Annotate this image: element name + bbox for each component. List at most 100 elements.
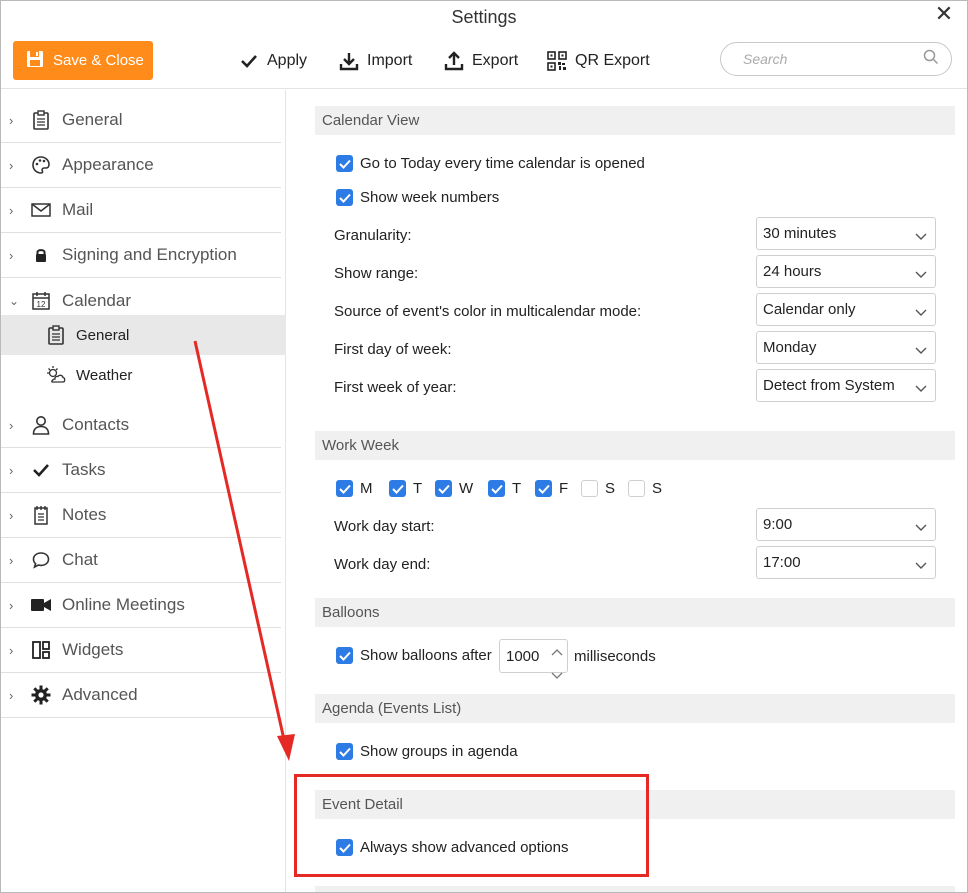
workday-saturday-checkbox[interactable]: S xyxy=(581,480,615,497)
toolbar: Save & Close Apply Import Export QR Expo… xyxy=(1,33,967,89)
sidebar-item-widgets[interactable]: › Widgets xyxy=(1,628,281,673)
checkbox-unchecked[interactable] xyxy=(628,480,645,497)
upload-icon xyxy=(444,51,464,71)
apply-label: Apply xyxy=(267,52,308,69)
sidebar-item-appearance[interactable]: › Appearance xyxy=(1,143,281,188)
search-input[interactable] xyxy=(743,51,903,67)
always-show-advanced-checkbox[interactable]: Always show advanced options xyxy=(336,839,568,856)
checkbox-label: Show week numbers xyxy=(360,189,500,206)
color-source-select[interactable]: Calendar only xyxy=(756,293,936,326)
work-day-end-label: Work day end: xyxy=(334,556,431,573)
first-day-select[interactable]: Monday xyxy=(756,331,936,364)
section-header-agenda: Agenda (Events List) xyxy=(315,694,955,723)
checkbox-checked[interactable] xyxy=(488,480,505,497)
sidebar-item-general[interactable]: › General xyxy=(1,98,281,143)
balloon-delay-stepper[interactable]: 1000 xyxy=(499,639,568,679)
granularity-select[interactable]: 30 minutes xyxy=(756,217,936,250)
checkbox-checked[interactable] xyxy=(336,155,353,172)
chevron-right-icon: › xyxy=(9,552,14,568)
chevron-right-icon: › xyxy=(9,642,14,658)
search-icon[interactable] xyxy=(923,49,939,69)
qr-export-button[interactable]: QR Export xyxy=(547,47,650,75)
import-button[interactable]: Import xyxy=(339,47,412,75)
sidebar-item-notes[interactable]: › Notes xyxy=(1,493,281,538)
chevron-right-icon: › xyxy=(9,687,14,703)
sidebar-item-advanced[interactable]: › Advanced xyxy=(1,673,281,718)
checkbox-checked[interactable] xyxy=(535,480,552,497)
save-close-button[interactable]: Save & Close xyxy=(13,41,153,80)
sidebar-item-mail[interactable]: › Mail xyxy=(1,188,281,233)
go-to-today-checkbox[interactable]: Go to Today every time calendar is opene… xyxy=(336,155,645,172)
checkbox-label: T xyxy=(512,480,522,497)
notepad-icon xyxy=(31,505,51,525)
chevron-right-icon: › xyxy=(9,157,14,173)
close-button[interactable]: ✕ xyxy=(933,3,955,25)
workday-tuesday-checkbox[interactable]: T xyxy=(389,480,422,497)
select-value: Calendar only xyxy=(763,301,856,318)
sidebar-item-online-meetings[interactable]: › Online Meetings xyxy=(1,583,281,628)
apply-button[interactable]: Apply xyxy=(239,47,307,75)
sidebar-item-label: Online Meetings xyxy=(62,595,185,614)
chevron-right-icon: › xyxy=(9,202,14,218)
checkbox-checked[interactable] xyxy=(435,480,452,497)
settings-content: Calendar View Go to Today every time cal… xyxy=(287,90,967,892)
floppy-disk-icon xyxy=(25,49,45,73)
checkbox-label: F xyxy=(559,480,569,497)
search-box[interactable] xyxy=(720,42,952,76)
work-day-start-select[interactable]: 9:00 xyxy=(756,508,936,541)
checkbox-label: Go to Today every time calendar is opene… xyxy=(360,155,645,172)
sidebar-subitem-label: Weather xyxy=(76,366,133,384)
workday-sunday-checkbox[interactable]: S xyxy=(628,480,662,497)
workday-thursday-checkbox[interactable]: T xyxy=(488,480,521,497)
first-day-label: First day of week: xyxy=(334,341,452,358)
widgets-icon xyxy=(31,640,51,660)
title-bar: Settings ✕ xyxy=(1,1,967,33)
checkbox-checked[interactable] xyxy=(336,480,353,497)
checkbox-checked[interactable] xyxy=(336,647,353,664)
chevron-down-icon: ⌄ xyxy=(9,293,20,308)
checkbox-checked[interactable] xyxy=(336,743,353,760)
chevron-up-icon[interactable] xyxy=(551,643,563,660)
checkbox-label: M xyxy=(360,480,373,497)
export-button[interactable]: Export xyxy=(444,47,518,75)
import-label: Import xyxy=(367,52,413,69)
stepper-value: 1000 xyxy=(506,647,540,665)
show-week-numbers-checkbox[interactable]: Show week numbers xyxy=(336,189,499,206)
show-groups-agenda-checkbox[interactable]: Show groups in agenda xyxy=(336,743,518,760)
stepper-arrows xyxy=(551,643,563,683)
calendar-icon: 12 xyxy=(31,291,51,311)
checkbox-checked[interactable] xyxy=(336,189,353,206)
chevron-down-icon xyxy=(915,519,927,536)
first-week-select[interactable]: Detect from System xyxy=(756,369,936,402)
chevron-down-icon[interactable] xyxy=(551,666,563,683)
chevron-right-icon: › xyxy=(9,417,14,433)
checkbox-unchecked[interactable] xyxy=(581,480,598,497)
show-range-select[interactable]: 24 hours xyxy=(756,255,936,288)
work-day-end-select[interactable]: 17:00 xyxy=(756,546,936,579)
sidebar-item-signing-encryption[interactable]: › Signing and Encryption xyxy=(1,233,281,278)
chevron-right-icon: › xyxy=(9,462,14,478)
workday-wednesday-checkbox[interactable]: W xyxy=(435,480,473,497)
sidebar-item-label: Advanced xyxy=(62,685,138,704)
checkbox-label: T xyxy=(413,480,423,497)
checkmark-icon xyxy=(31,460,51,480)
show-balloons-checkbox[interactable]: Show balloons after xyxy=(336,647,492,664)
section-header-event-detail: Event Detail xyxy=(315,790,955,819)
svg-text:12: 12 xyxy=(37,300,46,309)
workday-friday-checkbox[interactable]: F xyxy=(535,480,568,497)
sidebar-subitem-calendar-general[interactable]: General xyxy=(1,315,286,355)
checkbox-checked[interactable] xyxy=(389,480,406,497)
sidebar-item-label: Appearance xyxy=(62,155,154,174)
chevron-down-icon xyxy=(915,557,927,574)
sidebar-subitem-weather[interactable]: Weather xyxy=(1,355,286,395)
sidebar-item-label: Tasks xyxy=(62,460,106,479)
sidebar-item-contacts[interactable]: › Contacts xyxy=(1,403,281,448)
workday-monday-checkbox[interactable]: M xyxy=(336,480,373,497)
milliseconds-label: milliseconds xyxy=(574,648,656,665)
gear-icon xyxy=(31,685,51,705)
sidebar-item-chat[interactable]: › Chat xyxy=(1,538,281,583)
checkbox-checked[interactable] xyxy=(336,839,353,856)
checkbox-label: Show groups in agenda xyxy=(360,743,518,760)
chevron-down-icon xyxy=(915,266,927,283)
sidebar-item-tasks[interactable]: › Tasks xyxy=(1,448,281,493)
